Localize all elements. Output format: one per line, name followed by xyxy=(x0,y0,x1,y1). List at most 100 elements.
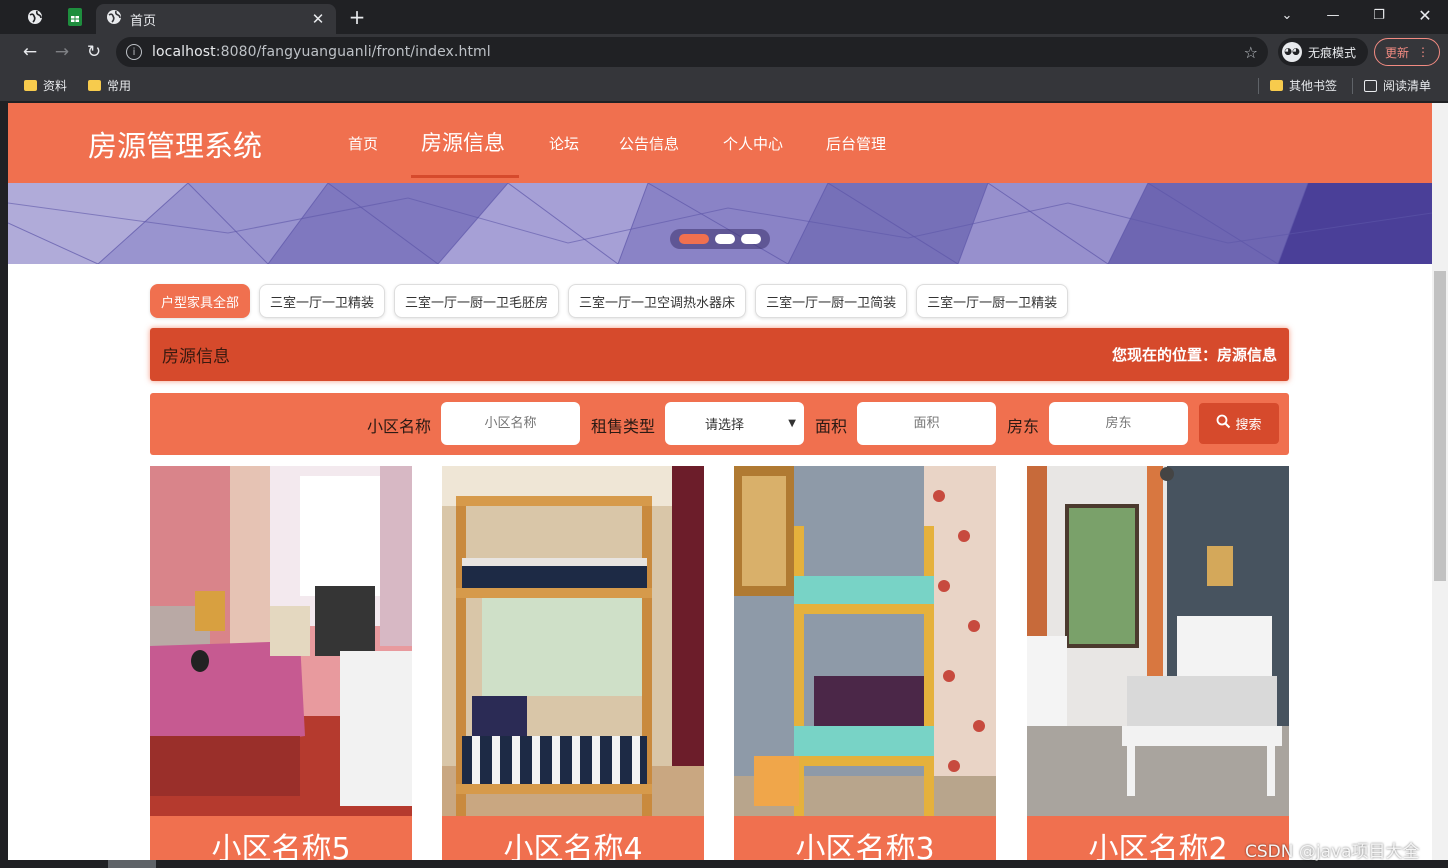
tag-option[interactable]: 三室一厅一厨一卫毛胚房 xyxy=(394,284,560,318)
incognito-icon: ◕◕ xyxy=(1282,42,1302,62)
listing-grid: 小区名称5 小区名称4 小区名称3 小区名称2 xyxy=(150,466,1289,860)
tag-option[interactable]: 三室一厅一卫精装 xyxy=(259,284,386,318)
listing-name: 小区名称3 xyxy=(734,816,996,860)
url-text[interactable]: localhost:8080/fangyuanguanli/front/inde… xyxy=(152,44,1244,60)
nav-forum[interactable]: 论坛 xyxy=(549,133,579,154)
page-viewport: 房源管理系统 首页 房源信息 论坛 公告信息 个人中心 后台管理 户型家具全部 … xyxy=(8,103,1432,860)
bookmark-divider xyxy=(1258,78,1259,94)
tag-option[interactable]: 三室一厅一厨一卫简装 xyxy=(755,284,908,318)
nav-home[interactable]: 首页 xyxy=(348,133,378,154)
bookmark-label: 资料 xyxy=(43,79,68,93)
url-host: localhost xyxy=(152,44,216,60)
section-title: 房源信息 xyxy=(162,347,230,367)
browser-tab-bar: 首页 ✕ + ⌄ — ❐ ✕ xyxy=(0,0,1448,34)
sheets-tab-icon[interactable] xyxy=(56,0,94,34)
breadcrumb: 您现在的位置：房源信息 xyxy=(1111,346,1277,364)
reload-icon[interactable]: ↻ xyxy=(80,39,108,65)
category-tags: 户型家具全部 三室一厅一卫精装 三室一厅一厨一卫毛胚房 三室一厅一卫空调热水器床… xyxy=(150,284,1069,318)
search-button[interactable]: 搜索 xyxy=(1199,403,1279,444)
close-tab-icon[interactable]: ✕ xyxy=(310,10,326,28)
listing-card[interactable]: 小区名称3 xyxy=(734,466,996,860)
csdn-watermark: CSDN @java项目大全 xyxy=(1245,842,1420,862)
room-photo xyxy=(150,466,412,816)
community-label: 小区名称 xyxy=(367,417,432,436)
bookmark-folder-1[interactable]: 常用 xyxy=(88,77,131,94)
update-label: 更新 xyxy=(1384,45,1409,60)
bookmark-label: 阅读清单 xyxy=(1383,79,1432,93)
search-button-label: 搜索 xyxy=(1235,418,1262,433)
carousel-dot[interactable] xyxy=(715,234,735,244)
type-select-value: 请选择 xyxy=(705,418,745,433)
listing-name: 小区名称5 xyxy=(150,816,412,860)
minimize-icon[interactable]: — xyxy=(1310,0,1356,30)
banner-carousel[interactable] xyxy=(8,183,1432,264)
url-path: :8080/fangyuanguanli/front/index.html xyxy=(215,44,491,60)
area-label: 面积 xyxy=(815,417,848,436)
globe-tab-icon[interactable] xyxy=(16,0,54,34)
listing-card[interactable]: 小区名称5 xyxy=(150,466,412,860)
restore-icon[interactable]: ❐ xyxy=(1356,0,1402,30)
scrollbar-thumb[interactable] xyxy=(1434,271,1446,581)
folder-icon xyxy=(24,80,37,91)
bookmark-label: 常用 xyxy=(107,79,132,93)
tab-search-chevron-icon[interactable]: ⌄ xyxy=(1264,0,1310,30)
type-label: 租售类型 xyxy=(591,417,656,436)
folder-icon xyxy=(1270,80,1283,91)
room-photo xyxy=(734,466,996,816)
bookmark-label: 其他书签 xyxy=(1289,79,1338,93)
carousel-dot[interactable] xyxy=(741,234,761,244)
room-photo xyxy=(1027,466,1289,816)
bookmark-folder-0[interactable]: 资料 xyxy=(24,77,67,94)
taskbar-item[interactable] xyxy=(108,860,156,868)
chevron-down-icon: ▼ xyxy=(788,418,796,429)
globe-icon xyxy=(106,9,122,29)
area-input[interactable] xyxy=(857,402,996,445)
section-header: 房源信息 您现在的位置：房源信息 xyxy=(150,328,1289,381)
tag-all[interactable]: 户型家具全部 xyxy=(150,284,251,318)
active-tab[interactable]: 首页 ✕ xyxy=(96,4,336,34)
taskbar-strip xyxy=(0,860,1448,868)
reading-list-icon xyxy=(1364,79,1377,92)
page-scrollbar[interactable] xyxy=(1432,103,1448,860)
info-icon[interactable]: i xyxy=(126,44,142,60)
listing-name: 小区名称4 xyxy=(442,816,704,860)
close-window-icon[interactable]: ✕ xyxy=(1402,0,1448,30)
bookmark-star-icon[interactable]: ☆ xyxy=(1244,43,1258,62)
update-button[interactable]: 更新 ⋮ xyxy=(1374,38,1440,66)
community-input[interactable] xyxy=(441,402,580,445)
nav-announcements[interactable]: 公告信息 xyxy=(619,133,679,154)
type-select[interactable]: 请选择 ▼ xyxy=(665,402,804,445)
tab-title: 首页 xyxy=(130,13,157,29)
site-title[interactable]: 房源管理系统 xyxy=(88,123,262,165)
forward-icon[interactable]: → xyxy=(48,39,76,65)
nav-listings[interactable]: 房源信息 xyxy=(421,127,505,157)
site-header: 房源管理系统 首页 房源信息 论坛 公告信息 个人中心 后台管理 xyxy=(8,103,1432,183)
tag-option[interactable]: 三室一厅一卫空调热水器床 xyxy=(568,284,747,318)
address-bar[interactable]: i localhost:8080/fangyuanguanli/front/in… xyxy=(116,37,1268,67)
nav-personal-center[interactable]: 个人中心 xyxy=(723,133,783,154)
more-menu-icon[interactable]: ⋮ xyxy=(1417,45,1429,59)
reading-list[interactable]: 阅读清单 xyxy=(1364,77,1431,94)
carousel-dot-active[interactable] xyxy=(679,234,709,244)
bookmarks-bar: 资料 常用 其他书签 阅读清单 xyxy=(0,70,1448,102)
landlord-label: 房东 xyxy=(1007,417,1040,436)
other-bookmarks[interactable]: 其他书签 xyxy=(1270,77,1337,94)
new-tab-icon[interactable]: + xyxy=(344,4,370,30)
nav-admin[interactable]: 后台管理 xyxy=(826,133,886,154)
landlord-input[interactable] xyxy=(1049,402,1188,445)
room-photo xyxy=(442,466,704,816)
banner-image xyxy=(8,183,1432,264)
folder-icon xyxy=(88,80,101,91)
tag-option[interactable]: 三室一厅一厨一卫精装 xyxy=(916,284,1069,318)
browser-toolbar: ← → ↻ i localhost:8080/fangyuanguanli/fr… xyxy=(0,34,1448,70)
nav-active-indicator xyxy=(411,175,519,178)
search-icon xyxy=(1216,414,1231,433)
bookmark-divider xyxy=(1352,78,1353,94)
incognito-label: 无痕模式 xyxy=(1308,45,1357,60)
listing-card[interactable]: 小区名称4 xyxy=(442,466,704,860)
listing-card[interactable]: 小区名称2 xyxy=(1027,466,1289,860)
back-icon[interactable]: ← xyxy=(16,39,44,65)
incognito-indicator[interactable]: ◕◕ 无痕模式 xyxy=(1278,38,1368,66)
search-bar: 小区名称 租售类型 请选择 ▼ 面积 房东 搜索 xyxy=(150,393,1289,455)
carousel-indicators xyxy=(670,229,770,249)
